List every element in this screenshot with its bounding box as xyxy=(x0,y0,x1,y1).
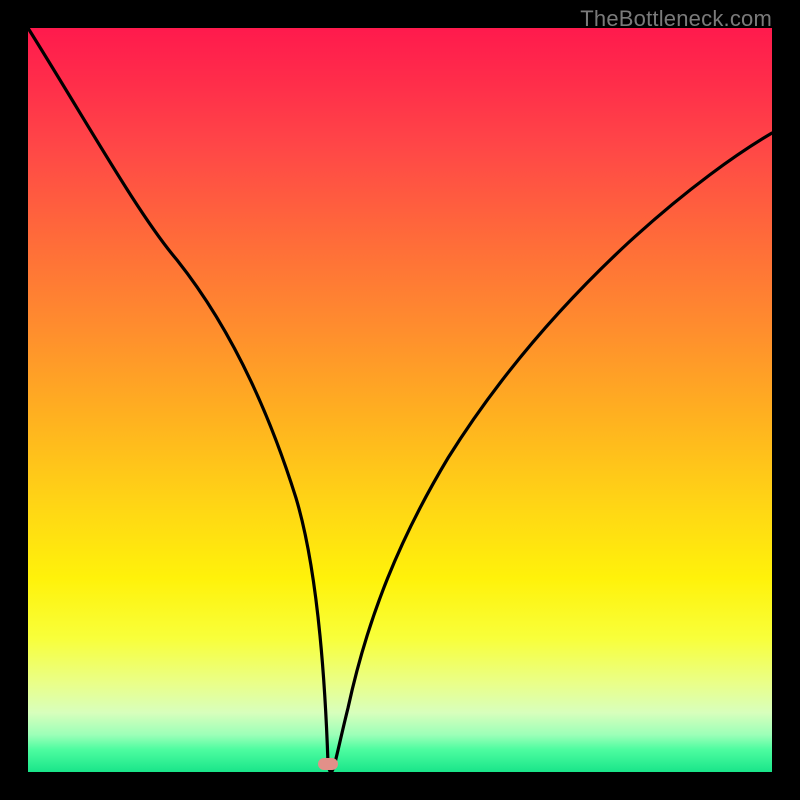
minimum-marker xyxy=(318,758,338,770)
plot-area xyxy=(28,28,772,772)
watermark-text: TheBottleneck.com xyxy=(580,6,772,32)
chart-frame: TheBottleneck.com xyxy=(0,0,800,800)
bottleneck-curve xyxy=(28,28,772,772)
curve-path xyxy=(28,28,772,772)
